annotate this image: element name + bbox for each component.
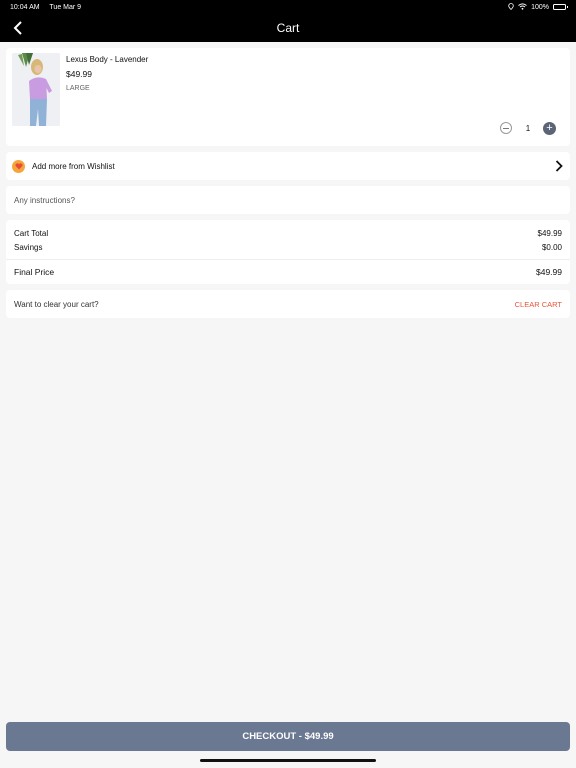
clear-cart-card: Want to clear your cart? CLEAR CART xyxy=(6,290,570,318)
product-name[interactable]: Lexus Body - Lavender xyxy=(66,55,148,64)
nav-bar: Cart xyxy=(0,14,576,42)
savings-value: $0.00 xyxy=(541,243,562,252)
product-size: LARGE xyxy=(66,85,90,92)
savings-label: Savings xyxy=(14,243,43,252)
final-price-value: $49.99 xyxy=(536,267,562,277)
totals-card: Cart Total $49.99 Savings $0.00 Final Pr… xyxy=(6,220,570,284)
clear-cart-prompt: Want to clear your cart? xyxy=(14,299,99,309)
status-bar: 10:04 AM Tue Mar 9 100% xyxy=(0,0,576,14)
quantity-value: 1 xyxy=(525,124,531,133)
page-title: Cart xyxy=(276,21,300,35)
instructions-input[interactable] xyxy=(14,195,562,205)
status-left: 10:04 AM Tue Mar 9 xyxy=(10,4,89,11)
product-image[interactable] xyxy=(12,53,60,126)
chevron-right-icon xyxy=(554,160,564,172)
cart-total-row: Cart Total $49.99 xyxy=(14,229,562,238)
status-date: Tue Mar 9 xyxy=(49,3,82,11)
savings-row: Savings $0.00 xyxy=(14,243,562,252)
wishlist-row[interactable]: Add more from Wishlist xyxy=(6,152,570,180)
increase-quantity-button[interactable]: + xyxy=(543,122,556,135)
cart-item-card: Lexus Body - Lavender $49.99 LARGE 1 + xyxy=(6,48,570,146)
product-price: $49.99 xyxy=(66,69,92,79)
cart-total-label: Cart Total xyxy=(14,229,49,238)
wishlist-label: Add more from Wishlist xyxy=(32,161,115,171)
checkout-button[interactable]: CHECKOUT - $49.99 xyxy=(6,722,570,751)
status-right: 100% xyxy=(508,2,568,12)
status-time: 10:04 AM xyxy=(10,3,40,11)
clear-cart-button[interactable]: CLEAR CART xyxy=(515,300,562,309)
wifi-icon xyxy=(518,2,527,12)
final-price-label: Final Price xyxy=(14,267,55,277)
totals-divider xyxy=(6,259,570,260)
back-chevron-icon xyxy=(13,21,22,35)
decrease-quantity-button[interactable] xyxy=(500,122,512,134)
heart-icon xyxy=(12,159,25,173)
back-button[interactable] xyxy=(8,18,28,38)
cart-total-value: $49.99 xyxy=(537,229,562,238)
instructions-card xyxy=(6,186,570,214)
battery-percent: 100% xyxy=(531,3,549,11)
home-indicator[interactable] xyxy=(200,759,376,762)
final-price-row: Final Price $49.99 xyxy=(14,267,562,277)
battery-icon xyxy=(553,4,568,10)
location-icon xyxy=(508,2,514,12)
